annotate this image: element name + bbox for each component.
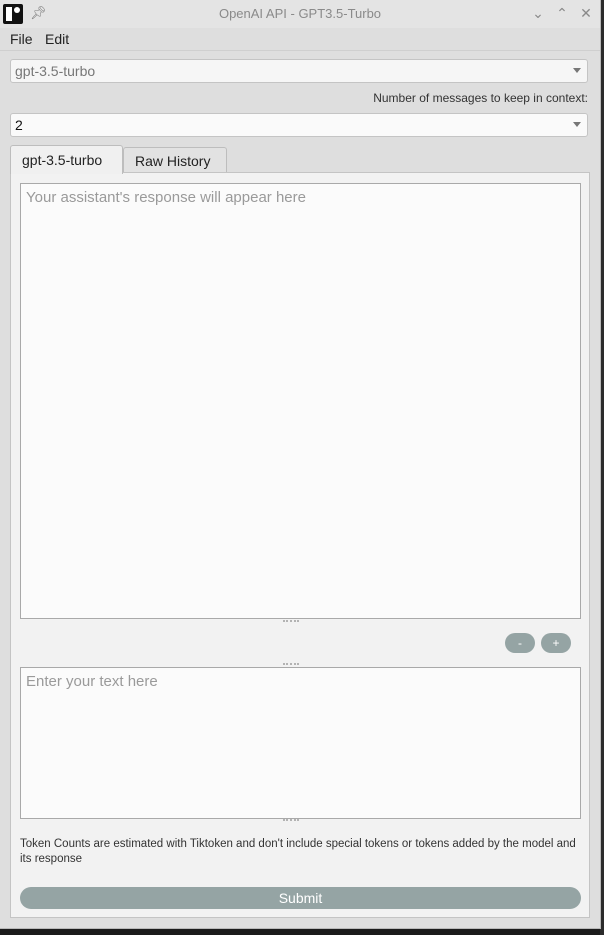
submit-button[interactable]: Submit <box>20 887 581 909</box>
resize-handle[interactable] <box>283 819 299 823</box>
context-count-select[interactable]: 2 <box>10 113 588 137</box>
increase-font-button[interactable]: + <box>541 633 571 653</box>
response-textarea[interactable]: Your assistant's response will appear he… <box>20 183 581 619</box>
title-bar[interactable]: 📌︎ OpenAI API - GPT3.5-Turbo ⌄ ⌃ ✕ <box>0 0 600 28</box>
token-count-note: Token Counts are estimated with Tiktoken… <box>20 838 576 865</box>
menu-edit-label: Edit <box>45 31 70 47</box>
tab-raw-history[interactable]: Raw History <box>123 147 227 173</box>
menu-file-label: File <box>10 31 33 47</box>
tab-panel: Your assistant's response will appear he… <box>10 172 590 918</box>
menu-edit[interactable]: Edit <box>45 31 69 47</box>
minimize-icon[interactable]: ⌄ <box>530 5 546 21</box>
app-window: 📌︎ OpenAI API - GPT3.5-Turbo ⌄ ⌃ ✕ File … <box>0 0 601 929</box>
chevron-down-icon <box>573 68 581 73</box>
splitter-handle[interactable] <box>283 620 299 624</box>
context-label: Number of messages to keep in context: <box>373 91 588 105</box>
decrease-font-button[interactable]: - <box>505 633 535 653</box>
model-select-value: gpt-3.5-turbo <box>15 63 96 79</box>
prompt-placeholder: Enter your text here <box>26 673 158 690</box>
tab-model[interactable]: gpt-3.5-turbo <box>10 145 123 174</box>
maximize-icon[interactable]: ⌃ <box>554 5 570 21</box>
menu-file[interactable]: File <box>10 31 33 47</box>
menu-bar: File Edit <box>0 28 600 51</box>
response-placeholder: Your assistant's response will appear he… <box>26 189 306 206</box>
context-count-value: 2 <box>15 117 23 133</box>
model-select[interactable]: gpt-3.5-turbo <box>10 59 588 83</box>
window-title: OpenAI API - GPT3.5-Turbo <box>218 6 382 21</box>
prompt-input[interactable]: Enter your text here <box>20 667 581 819</box>
close-icon[interactable]: ✕ <box>578 5 594 21</box>
chevron-down-icon <box>573 122 581 127</box>
